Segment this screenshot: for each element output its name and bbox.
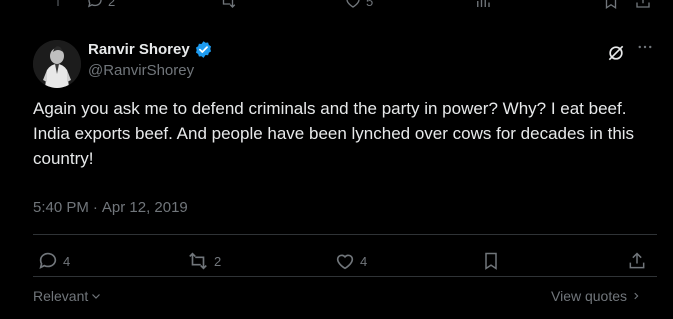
heart-icon [344, 0, 362, 10]
share-icon [627, 250, 647, 272]
prev-repost-button[interactable] [218, 0, 238, 10]
sort-label: Relevant [33, 288, 89, 304]
prev-reply-count: 2 [108, 0, 116, 9]
repost-count: 2 [214, 253, 222, 269]
verified-badge-icon [194, 40, 213, 59]
tweet-date[interactable]: Apr 12, 2019 [102, 199, 188, 216]
prev-bookmark-button[interactable] [602, 0, 620, 10]
stats-divider-bottom [33, 276, 657, 277]
heart-icon [334, 250, 356, 272]
repost-icon [186, 250, 210, 272]
repost-icon [218, 0, 238, 10]
tweet-timestamp[interactable]: 5:40 PM · Apr 12, 2019 [33, 199, 188, 216]
share-icon [634, 0, 652, 10]
reply-icon [37, 250, 59, 272]
grok-button[interactable] [606, 43, 626, 63]
sort-replies-dropdown[interactable]: Relevant [33, 288, 102, 304]
stats-divider-top [33, 234, 657, 235]
prev-like-button[interactable]: 5 [344, 0, 373, 10]
author-handle[interactable]: @RanvirShorey [88, 62, 194, 79]
more-dots-icon [636, 38, 654, 56]
tweet-text: Again you ask me to defend criminals and… [33, 99, 635, 168]
reply-button[interactable]: 4 [37, 250, 70, 272]
chevron-down-icon [90, 290, 102, 302]
view-quotes-label: View quotes [551, 288, 628, 304]
prev-share-button[interactable] [634, 0, 652, 10]
thread-connector-line [57, 0, 59, 6]
timestamp-separator: · [92, 199, 98, 216]
more-options-button[interactable] [636, 38, 654, 56]
prev-like-count: 5 [366, 0, 374, 9]
bookmark-button[interactable] [481, 250, 501, 272]
reply-count: 4 [63, 253, 71, 269]
view-quotes-link[interactable]: View quotes [551, 288, 641, 304]
author-name-row[interactable]: Ranvir Shorey [88, 40, 213, 59]
author-name[interactable]: Ranvir Shorey [88, 41, 190, 58]
grok-icon [606, 43, 626, 63]
bookmark-icon [481, 250, 501, 272]
prev-reply-button[interactable]: 2 [86, 0, 115, 10]
share-button[interactable] [627, 250, 647, 272]
reply-icon [86, 0, 104, 10]
like-count: 4 [360, 253, 368, 269]
prev-views-button[interactable] [474, 0, 492, 10]
analytics-icon [474, 0, 492, 10]
like-button[interactable]: 4 [334, 250, 367, 272]
author-avatar[interactable] [33, 40, 81, 88]
repost-button[interactable]: 2 [186, 250, 221, 272]
chevron-right-icon [631, 290, 641, 302]
bookmark-icon [602, 0, 620, 10]
tweet-time[interactable]: 5:40 PM [33, 199, 89, 216]
